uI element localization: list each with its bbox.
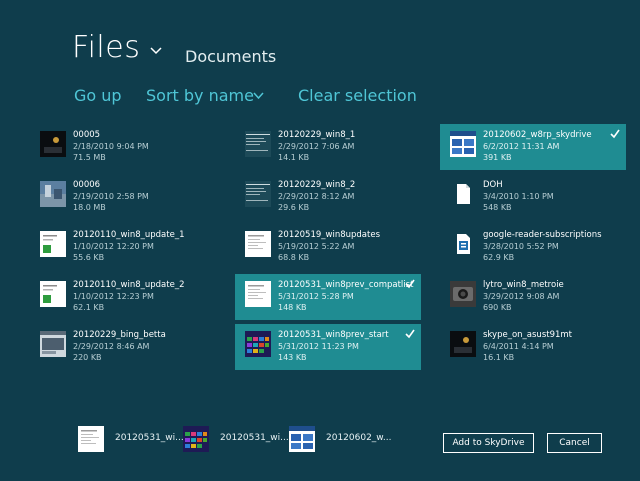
document-icon — [40, 231, 66, 257]
file-size: 391 KB — [483, 153, 512, 162]
file-size: 71.5 MB — [73, 153, 106, 162]
file-date: 5/31/2012 5:28 PM — [278, 292, 354, 301]
file-item[interactable]: lytro_win8_metroie 3/29/2012 9:08 AM 690 K… — [446, 274, 632, 320]
file-name: 20120110_win8_update_1 — [73, 230, 185, 240]
file-date: 2/29/2012 8:46 AM — [73, 342, 150, 351]
file-date: 2/29/2012 7:06 AM — [278, 142, 355, 151]
file-size: 148 KB — [278, 303, 307, 312]
screenshot-icon — [40, 331, 66, 357]
file-name: lytro_win8_metroie — [483, 280, 564, 290]
file-size: 548 KB — [483, 203, 512, 212]
document-icon — [450, 181, 476, 207]
start-screen-thumbnail-icon — [183, 426, 209, 452]
basket-item-label: 20120531_wi... — [220, 433, 289, 443]
skydrive-thumbnail-icon — [289, 426, 315, 452]
document-icon — [245, 231, 271, 257]
file-name: 20120229_win8_2 — [278, 180, 356, 190]
photo-icon — [450, 331, 476, 357]
document-icon — [78, 426, 104, 452]
file-date: 5/31/2012 11:23 PM — [278, 342, 359, 351]
file-date: 3/4/2010 1:10 PM — [483, 192, 554, 201]
checkmark-icon — [610, 129, 620, 139]
cancel-button[interactable]: Cancel — [547, 433, 602, 453]
file-size: 143 KB — [278, 353, 307, 362]
file-date: 6/2/2012 11:31 AM — [483, 142, 560, 151]
checkmark-icon — [405, 329, 415, 339]
file-size: 220 KB — [73, 353, 102, 362]
add-to-skydrive-button[interactable]: Add to SkyDrive — [443, 433, 534, 453]
file-date: 2/19/2010 2:58 PM — [73, 192, 149, 201]
file-size: 29.6 KB — [278, 203, 310, 212]
document-icon — [245, 281, 271, 307]
file-date: 6/4/2011 4:14 PM — [483, 342, 554, 351]
document-icon — [245, 131, 271, 157]
file-name: 20120229_bing_betta — [73, 330, 166, 340]
file-name: 00005 — [73, 130, 101, 140]
file-size: 690 KB — [483, 303, 512, 312]
file-date: 5/19/2012 5:22 AM — [278, 242, 355, 251]
chevron-down-icon[interactable] — [253, 92, 264, 100]
file-date: 1/10/2012 12:20 PM — [73, 242, 154, 251]
file-date: 3/28/2010 5:52 PM — [483, 242, 559, 251]
file-date: 2/29/2012 8:12 AM — [278, 192, 355, 201]
file-item[interactable]: 20120229_win8_2 2/29/2012 8:12 AM 29.6 KB — [241, 174, 427, 220]
file-item[interactable]: 20120531_win8prev_start 5/31/2012 11:23 P… — [235, 324, 421, 370]
file-name: skype_on_asust91mt — [483, 330, 573, 340]
file-item[interactable]: 20120531_win8prev_compatlist 5/31/2012 5:… — [235, 274, 421, 320]
file-size: 62.9 KB — [483, 253, 515, 262]
file-item[interactable]: 20120519_win8updates 5/19/2012 5:22 AM 68.… — [241, 224, 427, 270]
file-item[interactable]: skype_on_asust91mt 6/4/2011 4:14 PM 16.1 K… — [446, 324, 632, 370]
basket-item-label: 20120531_wi... — [115, 433, 184, 443]
file-item[interactable]: 20120110_win8_update_1 1/10/2012 12:20 PM… — [36, 224, 222, 270]
basket-item[interactable]: 20120531_wi... — [183, 426, 289, 454]
file-item[interactable]: 20120110_win8_update_2 1/10/2012 12:23 PM… — [36, 274, 222, 320]
start-screen-thumbnail-icon — [245, 331, 271, 357]
file-name: 20120531_win8prev_start — [278, 330, 389, 340]
location-label[interactable]: Documents — [185, 47, 276, 66]
file-date: 2/18/2010 9:04 PM — [73, 142, 149, 151]
file-size: 62.1 KB — [73, 303, 105, 312]
document-icon — [245, 181, 271, 207]
file-size: 55.6 KB — [73, 253, 105, 262]
file-name: 00006 — [73, 180, 101, 190]
page-title: Files — [72, 30, 141, 65]
file-name: DOH — [483, 180, 503, 190]
file-name: 20120531_win8prev_compatlist — [278, 280, 414, 290]
photo-icon — [40, 131, 66, 157]
photo-icon — [40, 181, 66, 207]
go-up-button[interactable]: Go up — [74, 86, 122, 105]
xml-file-icon — [450, 231, 476, 257]
file-name: google-reader-subscriptions — [483, 230, 602, 240]
skydrive-thumbnail-icon — [450, 131, 476, 157]
file-item[interactable]: google-reader-subscriptions 3/28/2010 5:5… — [446, 224, 632, 270]
file-item[interactable]: 20120229_win8_1 2/29/2012 7:06 AM 14.1 KB — [241, 124, 427, 170]
clear-selection-button[interactable]: Clear selection — [298, 86, 417, 105]
file-item[interactable]: DOH 3/4/2010 1:10 PM 548 KB — [446, 174, 632, 220]
document-icon — [40, 281, 66, 307]
sort-button[interactable]: Sort by name — [146, 86, 254, 105]
basket-item[interactable]: 20120531_wi... — [78, 426, 184, 454]
file-size: 68.8 KB — [278, 253, 310, 262]
file-item[interactable]: 20120229_bing_betta 2/29/2012 8:46 AM 220 … — [36, 324, 222, 370]
checkmark-icon — [405, 279, 415, 289]
file-name: 20120602_w8rp_skydrive — [483, 130, 592, 140]
file-size: 18.0 MB — [73, 203, 106, 212]
chevron-down-icon[interactable] — [150, 46, 162, 56]
file-size: 14.1 KB — [278, 153, 310, 162]
file-item[interactable]: 00005 2/18/2010 9:04 PM 71.5 MB — [36, 124, 222, 170]
file-item[interactable]: 00006 2/19/2010 2:58 PM 18.0 MB — [36, 174, 222, 220]
camera-photo-icon — [450, 281, 476, 307]
file-name: 20120519_win8updates — [278, 230, 380, 240]
file-size: 16.1 KB — [483, 353, 515, 362]
file-name: 20120229_win8_1 — [278, 130, 356, 140]
file-date: 3/29/2012 9:08 AM — [483, 292, 560, 301]
basket-item[interactable]: 20120602_w... — [289, 426, 392, 454]
file-date: 1/10/2012 12:23 PM — [73, 292, 154, 301]
file-name: 20120110_win8_update_2 — [73, 280, 185, 290]
file-item[interactable]: 20120602_w8rp_skydrive 6/2/2012 11:31 AM 3… — [440, 124, 626, 170]
basket-item-label: 20120602_w... — [326, 433, 392, 443]
